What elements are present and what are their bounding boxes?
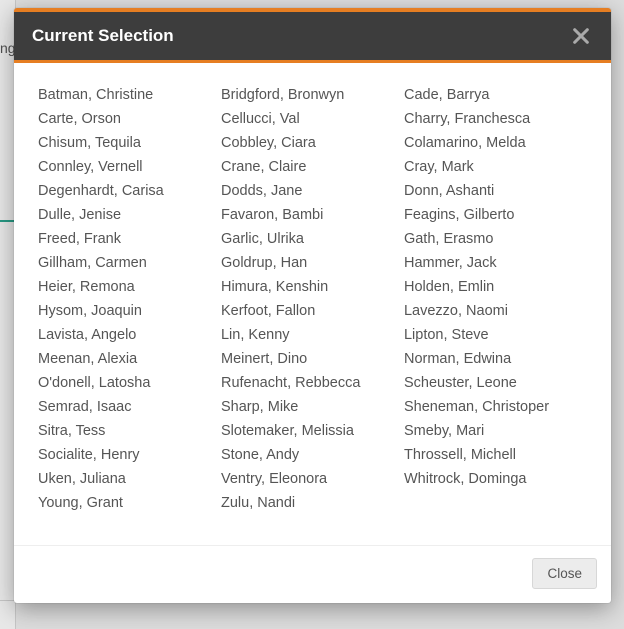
- list-item: Holden, Emlin: [404, 275, 577, 299]
- list-item: Goldrup, Han: [221, 251, 394, 275]
- list-item: Hammer, Jack: [404, 251, 577, 275]
- list-item: Himura, Kenshin: [221, 275, 394, 299]
- list-item: Sharp, Mike: [221, 395, 394, 419]
- close-button[interactable]: Close: [532, 558, 597, 589]
- close-icon[interactable]: [569, 26, 593, 46]
- list-item: Hysom, Joaquin: [38, 299, 211, 323]
- list-item: Semrad, Isaac: [38, 395, 211, 419]
- list-item: Whitrock, Dominga: [404, 467, 577, 491]
- list-item: Scheuster, Leone: [404, 371, 577, 395]
- list-item: Bridgford, Bronwyn: [221, 83, 394, 107]
- list-item: Charry, Franchesca: [404, 107, 577, 131]
- list-item: Sheneman, Christoper: [404, 395, 577, 419]
- selection-column: Batman, ChristineCarte, OrsonChisum, Teq…: [38, 83, 221, 515]
- list-item: Meinert, Dino: [221, 347, 394, 371]
- list-item: Gillham, Carmen: [38, 251, 211, 275]
- list-item: Dodds, Jane: [221, 179, 394, 203]
- list-item: Colamarino, Melda: [404, 131, 577, 155]
- modal-title: Current Selection: [32, 26, 174, 46]
- list-item: Garlic, Ulrika: [221, 227, 394, 251]
- list-item: Stone, Andy: [221, 443, 394, 467]
- selection-column: Cade, BarryaCharry, FranchescaColamarino…: [404, 83, 587, 515]
- list-item: Kerfoot, Fallon: [221, 299, 394, 323]
- list-item: Norman, Edwina: [404, 347, 577, 371]
- list-item: Connley, Vernell: [38, 155, 211, 179]
- list-item: Cray, Mark: [404, 155, 577, 179]
- modal-overlay[interactable]: Current Selection Batman, ChristineCarte…: [0, 0, 624, 629]
- list-item: Throssell, Michell: [404, 443, 577, 467]
- list-item: Ventry, Eleonora: [221, 467, 394, 491]
- modal-header: Current Selection: [14, 12, 611, 63]
- list-item: O'donell, Latosha: [38, 371, 211, 395]
- list-item: Rufenacht, Rebbecca: [221, 371, 394, 395]
- list-item: Crane, Claire: [221, 155, 394, 179]
- list-item: Smeby, Mari: [404, 419, 577, 443]
- current-selection-modal: Current Selection Batman, ChristineCarte…: [14, 8, 611, 603]
- list-item: Meenan, Alexia: [38, 347, 211, 371]
- list-item: Lavezzo, Naomi: [404, 299, 577, 323]
- list-item: Young, Grant: [38, 491, 211, 515]
- list-item: Slotemaker, Melissia: [221, 419, 394, 443]
- list-item: Lipton, Steve: [404, 323, 577, 347]
- list-item: Socialite, Henry: [38, 443, 211, 467]
- modal-body: Batman, ChristineCarte, OrsonChisum, Teq…: [14, 63, 611, 539]
- list-item: Heier, Remona: [38, 275, 211, 299]
- list-item: Sitra, Tess: [38, 419, 211, 443]
- list-item: Gath, Erasmo: [404, 227, 577, 251]
- list-item: Chisum, Tequila: [38, 131, 211, 155]
- list-item: Cellucci, Val: [221, 107, 394, 131]
- list-item: Batman, Christine: [38, 83, 211, 107]
- list-item: Degenhardt, Carisa: [38, 179, 211, 203]
- list-item: Lavista, Angelo: [38, 323, 211, 347]
- selection-columns: Batman, ChristineCarte, OrsonChisum, Teq…: [38, 83, 587, 515]
- list-item: Cobbley, Ciara: [221, 131, 394, 155]
- list-item: Carte, Orson: [38, 107, 211, 131]
- list-item: Zulu, Nandi: [221, 491, 394, 515]
- list-item: Favaron, Bambi: [221, 203, 394, 227]
- list-item: Feagins, Gilberto: [404, 203, 577, 227]
- list-item: Dulle, Jenise: [38, 203, 211, 227]
- list-item: Freed, Frank: [38, 227, 211, 251]
- list-item: Uken, Juliana: [38, 467, 211, 491]
- list-item: Cade, Barrya: [404, 83, 577, 107]
- modal-footer: Close: [14, 545, 611, 603]
- selection-column: Bridgford, BronwynCellucci, ValCobbley, …: [221, 83, 404, 515]
- list-item: Donn, Ashanti: [404, 179, 577, 203]
- list-item: Lin, Kenny: [221, 323, 394, 347]
